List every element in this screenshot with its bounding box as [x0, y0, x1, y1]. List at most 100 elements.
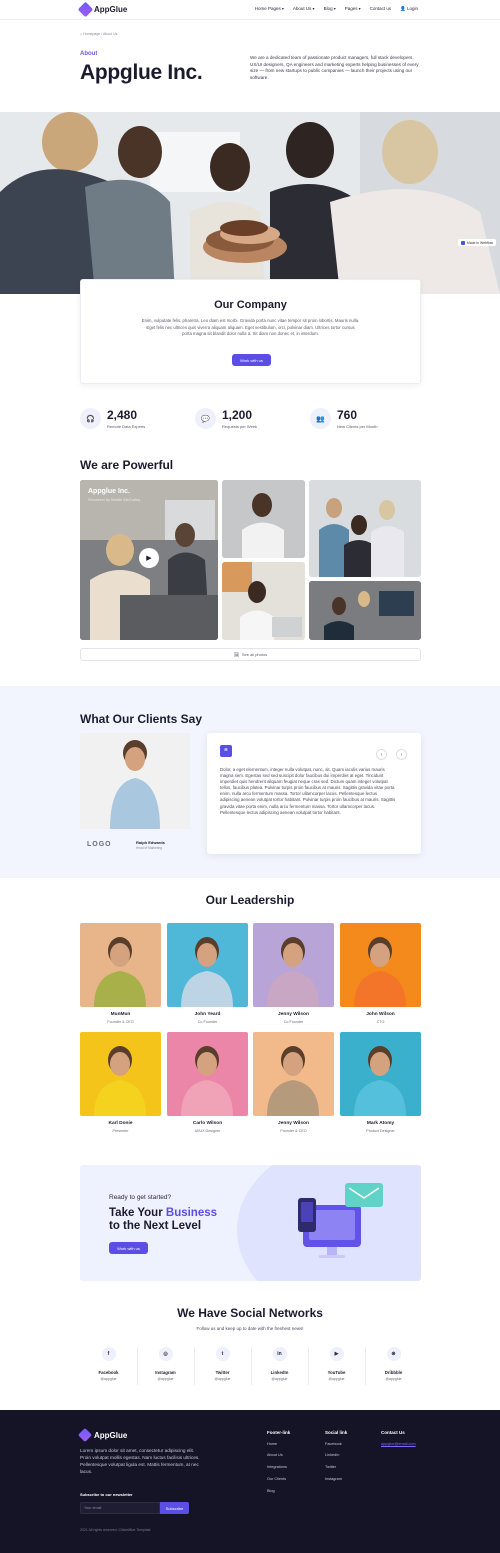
- social-handle: @appglue: [385, 1377, 402, 1381]
- leader-card[interactable]: Mark Atomy Product Designer: [340, 1032, 421, 1133]
- client-company-logo: LOGO: [87, 841, 112, 848]
- twitter-icon: t: [215, 1347, 230, 1361]
- cta-eyebrow: Ready to get started?: [109, 1194, 172, 1201]
- stat-remote-experts: 🎧 2,480 Remote Data Experts: [80, 408, 145, 429]
- footer-link-home[interactable]: Home: [267, 1442, 277, 1446]
- stat-new-clients: 👥 760 New Clients per Month: [310, 408, 377, 429]
- copyright: 2021 All rights reserved. Clickelt8ve Te…: [80, 1528, 151, 1532]
- prev-arrow-icon[interactable]: ‹: [376, 749, 387, 760]
- leader-portrait: [267, 937, 319, 1007]
- leader-photo: [80, 1032, 161, 1116]
- leader-card[interactable]: John Wilson CTO: [340, 923, 421, 1024]
- social-handle: @appglue: [271, 1377, 288, 1381]
- footer-email-link[interactable]: appglue@email.com: [381, 1442, 416, 1446]
- work-with-us-button[interactable]: Work with us: [232, 354, 271, 366]
- breadcrumb[interactable]: ⌂ Homepage / About Us: [80, 32, 117, 36]
- subscribe-button[interactable]: Subscribe: [160, 1502, 189, 1514]
- social-divider: [308, 1347, 309, 1385]
- social-card-instagram[interactable]: ◎ Instagram @appglue: [137, 1347, 194, 1381]
- leader-name: Jenny Wilson: [278, 1121, 309, 1126]
- badge-label: Made in Webflow: [467, 240, 493, 245]
- testimonials-title: What Our Clients Say: [80, 712, 203, 726]
- footer-social-facebook[interactable]: Facebook: [325, 1442, 342, 1446]
- gallery-photo-3[interactable]: [309, 480, 421, 577]
- stat-value: 2,480: [107, 407, 138, 422]
- webflow-icon: [461, 240, 466, 245]
- stat-value: 760: [337, 407, 358, 422]
- social-card-youtube[interactable]: ▶ YouTube @appglue: [308, 1347, 365, 1381]
- social-name: Twitter: [215, 1370, 230, 1375]
- stat-requests: 💬 1,200 Requests per Week: [195, 408, 257, 429]
- nav-item-about-us[interactable]: About Us: [293, 6, 315, 12]
- client-portrait: [80, 733, 190, 829]
- youtube-icon: ▶: [329, 1347, 344, 1361]
- play-icon[interactable]: ▶: [139, 548, 159, 568]
- video-title: Appglue Inc.: [88, 488, 130, 495]
- hero-team-photo: Made in Webflow: [0, 112, 500, 294]
- social-card-twitter[interactable]: t Twitter @appglue: [194, 1347, 251, 1381]
- nav-item-pages[interactable]: Pages: [345, 6, 361, 12]
- social-card-dribbble[interactable]: ⊛ Dribbble @appglue: [365, 1347, 422, 1381]
- see-all-label: See all photos: [241, 652, 268, 657]
- nav-item-contact[interactable]: Contact us: [370, 6, 392, 12]
- footer-social-linkedin[interactable]: LinkedIn: [325, 1453, 339, 1457]
- logo[interactable]: AppGlue: [77, 1, 127, 18]
- footer-link-integrations[interactable]: Integrations: [267, 1465, 287, 1469]
- leader-role: CTO: [376, 1020, 385, 1024]
- footer-link-blog[interactable]: Blog: [267, 1489, 275, 1493]
- nav-item-home-pages[interactable]: Home Pages: [255, 6, 284, 12]
- footer-link-clients[interactable]: Our Clients: [267, 1477, 286, 1481]
- stat-value: 1,200: [222, 407, 253, 422]
- linkedin-icon: in: [272, 1347, 287, 1361]
- leader-card[interactable]: Carlo Wilson UI/UX Designer: [167, 1032, 248, 1133]
- see-all-photos-button[interactable]: 🖼 See all photos: [80, 648, 421, 661]
- photo-office-desk: [309, 581, 421, 640]
- social-name: Instagram: [155, 1370, 176, 1375]
- leader-card[interactable]: MunMun Founder & CEO: [80, 923, 161, 1024]
- leader-card[interactable]: Jenny Wilson Founder & CEO: [253, 1032, 334, 1133]
- social-divider: [137, 1347, 138, 1385]
- social-card-linkedin[interactable]: in LinkedIn @appglue: [251, 1347, 308, 1381]
- newsletter-email-input[interactable]: Your email: [80, 1502, 160, 1514]
- gallery-photo-1[interactable]: [222, 480, 305, 558]
- hero-description: We are a dedicated team of passionate pr…: [250, 55, 419, 80]
- cta-title: Take Your Business to the Next Level: [109, 1207, 217, 1233]
- stat-label: New Clients per Month: [337, 423, 378, 429]
- social-card-facebook[interactable]: f Facebook @appglue: [80, 1347, 137, 1381]
- leader-card[interactable]: Jenny Wilson Co Founder: [253, 923, 334, 1024]
- leader-portrait: [94, 1046, 146, 1116]
- leader-card[interactable]: John Yeard Co Founder: [167, 923, 248, 1024]
- nav-item-login[interactable]: 👤 Login: [400, 6, 418, 12]
- footer-social-instagram[interactable]: Instagram: [325, 1477, 342, 1481]
- leader-portrait: [94, 937, 146, 1007]
- leader-portrait: [267, 1046, 319, 1116]
- company-title: Our Company: [214, 299, 287, 311]
- next-arrow-icon[interactable]: ›: [396, 749, 407, 760]
- social-handle: @appglue: [328, 1377, 345, 1381]
- gallery-photo-4[interactable]: [309, 581, 421, 640]
- gallery-photo-2[interactable]: [222, 562, 305, 640]
- page-title: Appglue Inc.: [80, 61, 203, 84]
- showreel-video[interactable]: Appglue Inc. Showreel by Martin McCurley…: [80, 480, 218, 640]
- footer-description: Lorem ipsum dolor sit amet, consectetur …: [80, 1448, 200, 1474]
- main-nav: Home Pages About Us Blog Pages Contact u…: [255, 6, 418, 12]
- leader-photo: [167, 1032, 248, 1116]
- footer-social-twitter[interactable]: Twitter: [325, 1465, 336, 1469]
- social-divider: [194, 1347, 195, 1385]
- company-card: Our Company Enim, vulputate felis, phare…: [80, 279, 421, 384]
- client-photo: [80, 733, 190, 829]
- leader-card[interactable]: Karl Donie Presenter: [80, 1032, 161, 1133]
- nav-item-blog[interactable]: Blog: [324, 6, 336, 12]
- cta-work-with-us-button[interactable]: Work with us: [109, 1242, 148, 1254]
- footer-logo[interactable]: AppGlue: [77, 1427, 127, 1443]
- made-in-webflow-badge[interactable]: Made in Webflow: [458, 239, 496, 246]
- logo-mark-icon: [77, 1, 94, 18]
- social-name: LinkedIn: [270, 1370, 289, 1375]
- stat-label: Remote Data Experts: [107, 423, 146, 429]
- footer-link-about[interactable]: About Us: [267, 1453, 283, 1457]
- social-name: YouTube: [327, 1370, 346, 1375]
- user-icon: 👤: [400, 6, 406, 11]
- leader-name: John Yeard: [194, 1012, 221, 1017]
- instagram-icon: ◎: [158, 1347, 173, 1361]
- leader-role: Founder & CEO: [280, 1129, 307, 1133]
